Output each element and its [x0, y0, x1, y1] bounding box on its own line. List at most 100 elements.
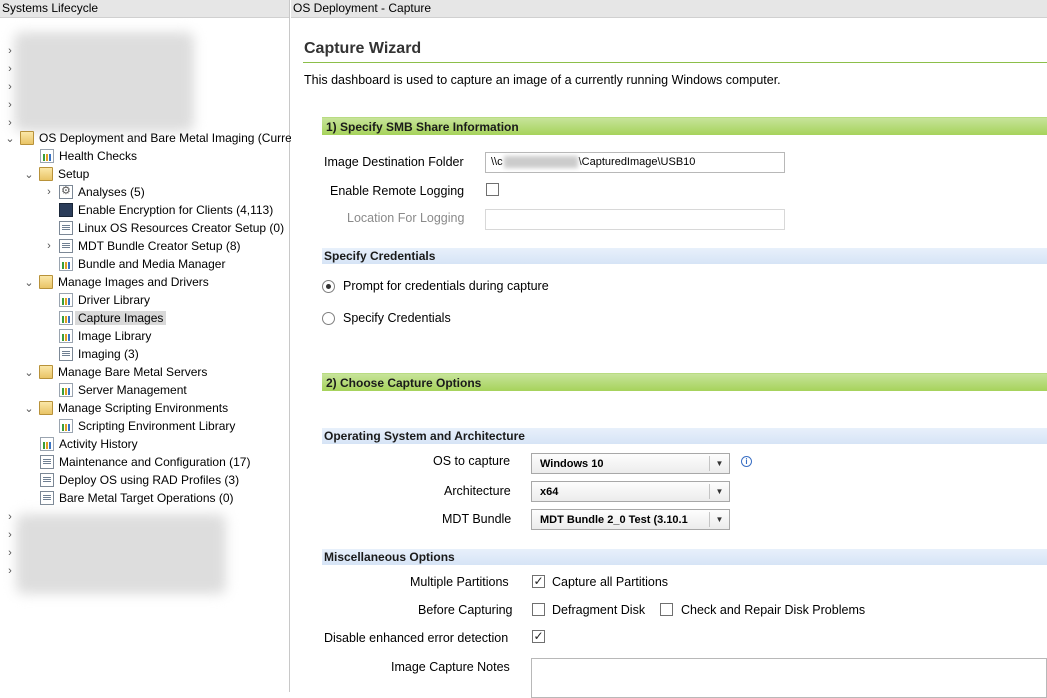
collapsed-arrow-icon[interactable]: ›	[4, 60, 20, 78]
document-icon	[40, 455, 54, 469]
dashboard-chart-icon	[40, 149, 54, 163]
tree-item-manage-scripting[interactable]: ⌄ Manage Scripting Environments	[23, 399, 228, 417]
tree-item-linux-os[interactable]: Linux OS Resources Creator Setup (0)	[59, 219, 284, 237]
tree-item-bundle-media[interactable]: Bundle and Media Manager	[59, 255, 225, 273]
architecture-selected-value: x64	[540, 486, 559, 498]
collapsed-chevron-icon[interactable]: ›	[43, 186, 55, 198]
os-to-capture-select[interactable]: Windows 10 ▼	[531, 453, 730, 474]
expanded-chevron-icon[interactable]: ⌄	[23, 168, 35, 181]
tree-item-label: Bundle and Media Manager	[78, 257, 226, 271]
folder-open-icon	[39, 365, 53, 379]
tree-item-label: Health Checks	[59, 149, 138, 163]
tree-item-deploy-os[interactable]: Deploy OS using RAD Profiles (3)	[40, 471, 239, 489]
tree-item-imaging[interactable]: Imaging (3)	[59, 345, 139, 363]
image-destination-input[interactable]: \\c \CapturedImage\USB10	[485, 152, 785, 173]
collapsed-arrow-icon[interactable]: ›	[4, 96, 20, 114]
tree-item-maintenance[interactable]: Maintenance and Configuration (17)	[40, 453, 250, 471]
section-header-misc: Miscellaneous Options	[322, 549, 1047, 565]
tree-item-label: Activity History	[59, 437, 138, 451]
section-header-capture-options: 2) Choose Capture Options	[322, 373, 1047, 391]
tree-item-os-deployment[interactable]: ⌄ OS Deployment and Bare Metal Imaging (…	[4, 129, 292, 147]
expanded-chevron-icon[interactable]: ⌄	[23, 366, 35, 379]
tree-item-label: Manage Images and Drivers	[58, 275, 209, 289]
tree-item-label: Linux OS Resources Creator Setup (0)	[78, 221, 285, 235]
tree-item-health-checks[interactable]: Health Checks	[40, 147, 137, 165]
collapsed-arrow-icon[interactable]: ›	[4, 42, 20, 60]
collapsed-arrow-icon[interactable]: ›	[4, 544, 20, 562]
prompt-credentials-radio[interactable]	[322, 280, 335, 293]
collapsed-arrow-icon[interactable]: ›	[4, 562, 20, 580]
info-icon[interactable]: i	[741, 456, 752, 467]
specify-credentials-label: Specify Credentials	[343, 311, 451, 325]
collapsed-arrow-icon[interactable]: ›	[4, 526, 20, 544]
expanded-chevron-icon[interactable]: ⌄	[23, 276, 35, 289]
architecture-label: Architecture	[444, 484, 511, 498]
specify-credentials-radio[interactable]	[322, 312, 335, 325]
tree-item-image-library[interactable]: Image Library	[59, 327, 151, 345]
dashboard-chart-icon	[59, 419, 73, 433]
left-navigation-panel: Systems Lifecycle › › › › › ⌄ OS Deploym…	[0, 0, 292, 692]
destination-prefix: \\c	[491, 156, 503, 168]
multiple-partitions-label: Multiple Partitions	[410, 575, 509, 589]
section-header-credentials: Specify Credentials	[322, 248, 1047, 264]
tree-item-label: Enable Encryption for Clients (4,113)	[78, 203, 274, 217]
disable-error-detection-label: Disable enhanced error detection	[324, 631, 509, 645]
tree-item-activity-history[interactable]: Activity History	[40, 435, 138, 453]
tree-item-label: Analyses (5)	[78, 185, 145, 199]
collapsed-arrow-icon[interactable]: ›	[4, 508, 20, 526]
tree-item-scripting-library[interactable]: Scripting Environment Library	[59, 417, 235, 435]
tree-item-bare-metal-target[interactable]: Bare Metal Target Operations (0)	[40, 489, 234, 507]
capture-dashboard-panel: OS Deployment - Capture Capture Wizard T…	[291, 0, 1047, 698]
location-logging-input[interactable]	[485, 209, 785, 230]
tree-item-label: MDT Bundle Creator Setup (8)	[78, 239, 241, 253]
expanded-chevron-icon[interactable]: ⌄	[23, 402, 35, 415]
redacted-host	[503, 156, 578, 169]
tree-item-label: Imaging (3)	[78, 347, 139, 361]
image-destination-label: Image Destination Folder	[324, 155, 464, 169]
destination-suffix: \CapturedImage\USB10	[578, 156, 696, 168]
tree-item-label: Driver Library	[78, 293, 151, 307]
tree-item-enable-encryption[interactable]: Enable Encryption for Clients (4,113)	[59, 201, 273, 219]
document-icon	[59, 203, 73, 217]
image-capture-notes-label: Image Capture Notes	[391, 660, 510, 674]
tree-item-label: Setup	[58, 167, 90, 181]
before-capturing-label: Before Capturing	[418, 603, 513, 617]
os-to-capture-label: OS to capture	[433, 454, 511, 468]
section-header-os-architecture: Operating System and Architecture	[322, 428, 1047, 444]
disable-error-detection-checkbox[interactable]: ✓	[532, 630, 545, 643]
folder-open-icon	[39, 167, 53, 181]
image-capture-notes-textarea[interactable]	[531, 658, 1047, 698]
expanded-chevron-icon[interactable]: ⌄	[4, 132, 16, 145]
redacted-tree-items-top	[14, 32, 194, 132]
capture-all-partitions-checkbox[interactable]: ✓	[532, 575, 545, 588]
dropdown-arrow-icon[interactable]: ▼	[709, 484, 729, 499]
remote-logging-checkbox[interactable]	[486, 183, 499, 196]
document-icon	[59, 239, 73, 253]
check-repair-disk-checkbox[interactable]	[660, 603, 673, 616]
dropdown-arrow-icon[interactable]: ▼	[709, 512, 729, 527]
dropdown-arrow-icon[interactable]: ▼	[709, 456, 729, 471]
tree-item-server-management[interactable]: Server Management	[59, 381, 187, 399]
tree-item-driver-library[interactable]: Driver Library	[59, 291, 150, 309]
collapsed-arrow-icon[interactable]: ›	[4, 78, 20, 96]
prompt-credentials-label: Prompt for credentials during capture	[343, 279, 549, 293]
remote-logging-label: Enable Remote Logging	[330, 184, 465, 198]
defragment-disk-checkbox[interactable]	[532, 603, 545, 616]
tree-item-mdt-bundle-setup[interactable]: › MDT Bundle Creator Setup (8)	[43, 237, 241, 255]
dashboard-chart-icon	[59, 311, 73, 325]
tree-item-manage-images[interactable]: ⌄ Manage Images and Drivers	[23, 273, 209, 291]
collapsed-chevron-icon[interactable]: ›	[43, 240, 55, 252]
mdt-bundle-select[interactable]: MDT Bundle 2_0 Test (3.10.1 ▼	[531, 509, 730, 530]
document-icon	[59, 347, 73, 361]
tree-item-manage-bare-metal[interactable]: ⌄ Manage Bare Metal Servers	[23, 363, 207, 381]
tree-item-analyses[interactable]: › Analyses (5)	[43, 183, 145, 201]
title-divider	[303, 62, 1047, 63]
tree-item-label: Deploy OS using RAD Profiles (3)	[59, 473, 240, 487]
dashboard-chart-icon	[40, 437, 54, 451]
tree-item-setup[interactable]: ⌄ Setup	[23, 165, 89, 183]
check-repair-disk-label: Check and Repair Disk Problems	[681, 603, 866, 617]
tree-item-label: Manage Scripting Environments	[58, 401, 229, 415]
tree-item-label: Manage Bare Metal Servers	[58, 365, 208, 379]
architecture-select[interactable]: x64 ▼	[531, 481, 730, 502]
tree-item-capture-images[interactable]: Capture Images	[59, 309, 167, 327]
